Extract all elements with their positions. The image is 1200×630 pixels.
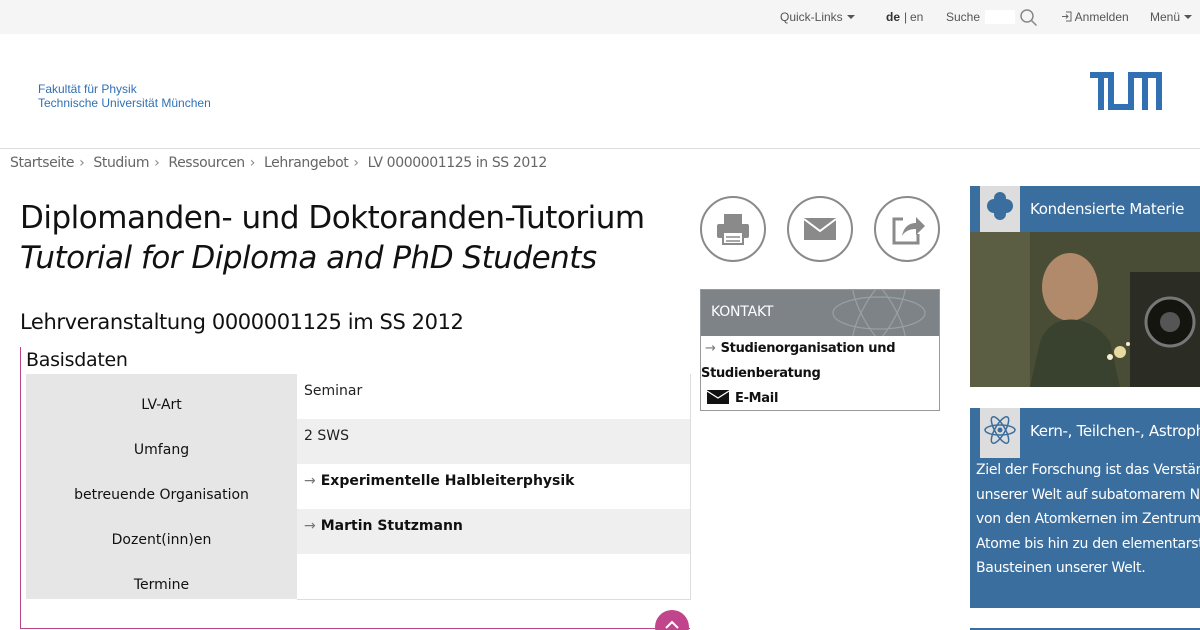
row-label: Dozent(inn)en	[26, 509, 297, 554]
breadcrumb: Startseite › Studium › Ressourcen › Lehrang…	[10, 155, 547, 171]
top-bar: Quick-Links de | en Suche Anmelden Menü	[0, 0, 1200, 34]
university-name: Technische Universität München	[38, 96, 211, 110]
print-button[interactable]	[700, 196, 766, 262]
basisdaten-heading: Basisdaten	[26, 349, 128, 371]
basisdaten-table: LV-Art Seminar Umfang 2 SWS betreuende O…	[26, 374, 691, 600]
arrow-right-icon: →	[705, 341, 716, 356]
arrow-right-icon: →	[304, 518, 316, 534]
card-title: Kondensierte Materie	[1030, 200, 1185, 218]
lang-de-link[interactable]: de	[886, 10, 900, 24]
breadcrumb-item[interactable]: Studium	[93, 155, 149, 171]
arrow-right-icon: →	[304, 473, 316, 489]
atom-decoration-icon	[832, 290, 926, 336]
studienberatung-link[interactable]: → Studienorganisation und	[701, 336, 939, 361]
chevron-up-icon	[665, 620, 679, 629]
page-title: Diplomanden- und Doktoranden-Tutorium Tu…	[20, 198, 645, 278]
search-label: Suche	[946, 10, 981, 24]
row-label: Umfang	[26, 419, 297, 464]
row-label: Termine	[26, 554, 297, 599]
chevron-down-icon	[846, 14, 855, 19]
card-text-line: Ziel der Forschung ist das Verständnis	[976, 462, 1200, 478]
chevron-down-icon	[1184, 14, 1193, 19]
site-header: Fakultät für Physik Technische Universit…	[0, 34, 1200, 149]
tum-logo[interactable]	[1090, 72, 1162, 110]
row-value: Seminar	[297, 374, 691, 419]
kontakt-box: KONTAKT → Studienorganisation und Studien…	[700, 289, 940, 411]
card-description: Ziel der Forschung ist das Verständnis u…	[970, 454, 1200, 593]
organisation-name: Experimentelle Halbleiterphysik	[320, 473, 575, 489]
card-text-line: Bausteinen unserer Welt.	[976, 560, 1146, 576]
row-label: LV-Art	[26, 374, 297, 419]
lab-photo	[970, 232, 1200, 387]
lecturer-name: Martin Stutzmann	[320, 518, 463, 534]
kontakt-header: KONTAKT	[701, 290, 939, 336]
table-row: Umfang 2 SWS	[26, 419, 691, 464]
card-text-line: von den Atomkernen im Zentrum der	[976, 511, 1200, 527]
basisdaten-section: Basisdaten LV-Art Seminar Umfang 2 SWS b…	[20, 347, 691, 629]
envelope-icon	[803, 218, 837, 240]
breadcrumb-item[interactable]: Lehrangebot	[264, 155, 349, 171]
research-card-kondensierte-materie[interactable]: Kondensierte Materie	[970, 186, 1200, 388]
login-link[interactable]: Anmelden	[1061, 10, 1129, 24]
kontakt-body: → Studienorganisation und Studienberatung…	[701, 336, 939, 411]
breadcrumb-item[interactable]: Startseite	[10, 155, 75, 171]
table-row: betreuende Organisation → Experimentelle …	[26, 464, 691, 509]
email-link[interactable]: E-Mail	[701, 386, 939, 411]
row-value: 2 SWS	[297, 419, 691, 464]
faculty-name: Fakultät für Physik	[38, 82, 137, 96]
row-value: → Martin Stutzmann	[297, 509, 691, 554]
row-value: → Experimentelle Halbleiterphysik	[297, 464, 691, 509]
lang-separator: |	[904, 10, 908, 24]
share-icon	[892, 217, 925, 245]
atom-icon	[984, 416, 1016, 444]
menu-label: Menü	[1150, 10, 1181, 24]
printer-icon	[717, 214, 749, 245]
breadcrumb-current: LV 0000001125 in SS 2012	[367, 155, 548, 171]
title-german: Diplomanden- und Doktoranden-Tutorium	[20, 200, 645, 236]
search-icon[interactable]	[1019, 8, 1038, 27]
card-text-line: Atome bis hin zu den elementarsten	[976, 535, 1200, 552]
card-title: Kern-, Teilchen-, Astrophysik	[1030, 422, 1200, 440]
faculty-link[interactable]: Fakultät für Physik Technische Universit…	[38, 82, 211, 110]
card-header: Kern-, Teilchen-, Astrophysik	[970, 408, 1200, 458]
quick-links-label: Quick-Links	[780, 10, 843, 24]
studienberatung-label-1: Studienorganisation und	[720, 341, 896, 356]
scroll-to-top-button[interactable]	[655, 610, 689, 630]
email-label: E-Mail	[735, 391, 779, 406]
card-header: Kondensierte Materie	[970, 186, 1200, 236]
login-label: Anmelden	[1074, 10, 1129, 24]
row-value	[297, 554, 691, 600]
envelope-icon	[706, 390, 730, 404]
table-row: Dozent(inn)en → Martin Stutzmann	[26, 509, 691, 554]
row-label: betreuende Organisation	[26, 464, 297, 509]
share-button[interactable]	[874, 196, 940, 262]
title-english: Tutorial for Diploma and PhD Students	[20, 240, 597, 276]
breadcrumb-item[interactable]: Ressourcen	[168, 155, 245, 171]
search-input[interactable]	[985, 10, 1015, 24]
card-icon-tab	[980, 186, 1020, 236]
kontakt-heading: KONTAKT	[711, 304, 774, 320]
molecule-icon	[987, 192, 1013, 220]
main-menu[interactable]: Menü	[1150, 10, 1193, 24]
table-row: Termine	[26, 554, 691, 600]
lang-en-link[interactable]: en	[910, 10, 923, 24]
login-icon	[1062, 11, 1072, 22]
course-subtitle: Lehrveranstaltung 0000001125 im SS 2012	[20, 310, 464, 334]
card-icon-tab	[980, 408, 1020, 458]
table-row: LV-Art Seminar	[26, 374, 691, 419]
organisation-link[interactable]: → Experimentelle Halbleiterphysik	[304, 473, 574, 489]
quick-links-menu[interactable]: Quick-Links	[780, 10, 855, 24]
research-card-kern-teilchen-astrophysik[interactable]: Kern-, Teilchen-, Astrophysik Ziel der F…	[970, 408, 1200, 608]
lab-photo-image	[970, 232, 1200, 387]
lecturer-link[interactable]: → Martin Stutzmann	[304, 518, 463, 534]
card-text-line: unserer Welt auf subatomarem Niveau,	[976, 486, 1200, 503]
studienberatung-label-2[interactable]: Studienberatung	[701, 361, 939, 386]
email-share-button[interactable]	[787, 196, 853, 262]
